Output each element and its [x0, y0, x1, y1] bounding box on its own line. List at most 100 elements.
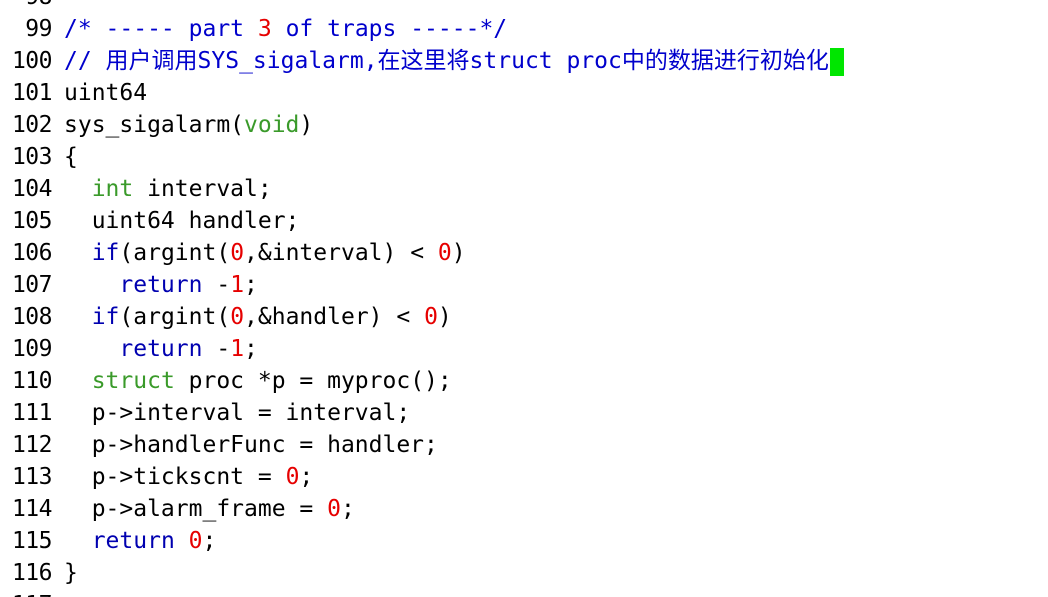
- code-token: -: [202, 272, 231, 298]
- line-number: 110: [11, 368, 53, 394]
- code-text: p->tickscnt = 0;: [64, 461, 314, 493]
- code-token: // 用户调用SYS_sigalarm,在这里将struct proc中的数据进…: [64, 48, 829, 74]
- line-number: 113: [11, 464, 53, 490]
- code-token: /* ----- part: [64, 16, 258, 42]
- code-token: ,&interval) <: [244, 240, 438, 266]
- text-cursor: [829, 47, 844, 76]
- code-text: // 用户调用SYS_sigalarm,在这里将struct proc中的数据进…: [64, 45, 844, 77]
- code-text: p->handlerFunc = handler;: [64, 429, 438, 461]
- code-text: p->interval = interval;: [64, 397, 411, 429]
- code-token: p->handlerFunc = handler;: [64, 432, 438, 458]
- code-text: return -1;: [64, 269, 258, 301]
- code-token: -: [202, 336, 231, 362]
- code-text: struct proc *p = myproc();: [64, 365, 452, 397]
- code-token: 0: [188, 528, 203, 554]
- code-token: 0: [230, 304, 245, 330]
- line-number: 105: [11, 208, 53, 234]
- line-number: 100: [11, 48, 53, 74]
- code-text: uint64 handler;: [64, 205, 300, 237]
- code-token: ,&handler) <: [244, 304, 425, 330]
- line-number: 116: [11, 560, 53, 586]
- code-text: if(argint(0,&interval) < 0): [64, 237, 466, 269]
- code-token: {: [64, 144, 78, 170]
- line-number: 117: [0, 589, 64, 597]
- code-text: p->alarm_frame = 0;: [64, 493, 355, 525]
- code-text: /* ----- part 3 of traps -----*/: [64, 13, 507, 45]
- code-token: p->interval = interval;: [64, 400, 411, 426]
- code-token: p->alarm_frame =: [64, 496, 328, 522]
- code-text: uint64: [64, 77, 147, 109]
- code-line[interactable]: 116}: [0, 557, 1048, 589]
- code-line[interactable]: 110 struct proc *p = myproc();: [0, 365, 1048, 397]
- code-token: 0: [424, 304, 438, 330]
- code-token: if: [91, 240, 120, 266]
- line-number: 114: [11, 496, 53, 522]
- code-token: ;: [244, 272, 258, 298]
- line-number: 115: [11, 528, 53, 554]
- code-token: ;: [299, 464, 314, 490]
- code-token: uint64 handler;: [64, 208, 300, 234]
- code-line[interactable]: 113 p->tickscnt = 0;: [0, 461, 1048, 493]
- code-token: 0: [230, 240, 245, 266]
- code-token: void: [244, 112, 300, 138]
- code-line[interactable]: 103 {: [0, 141, 1048, 173]
- code-token: 1: [230, 336, 245, 362]
- code-token: 0: [437, 240, 452, 266]
- code-line[interactable]: 101 uint64: [0, 77, 1048, 109]
- code-line[interactable]: 107 return -1;: [0, 269, 1048, 301]
- code-text: sys_sigalarm(void): [64, 109, 313, 141]
- code-line[interactable]: 117: [0, 589, 1048, 597]
- code-line[interactable]: 98: [0, 0, 1048, 13]
- code-line[interactable]: 112 p->handlerFunc = handler;: [0, 429, 1048, 461]
- code-line[interactable]: 111 p->interval = interval;: [0, 397, 1048, 429]
- code-line[interactable]: 109 return -1;: [0, 333, 1048, 365]
- code-line[interactable]: 104 int interval;: [0, 173, 1048, 205]
- code-token: proc *p = myproc();: [174, 368, 452, 394]
- code-token: struct: [91, 368, 175, 394]
- code-text: }: [64, 557, 78, 589]
- line-number: 103: [11, 144, 53, 170]
- line-number: 101: [11, 80, 53, 106]
- line-number: 109: [11, 336, 53, 362]
- code-line[interactable]: 99 /* ----- part 3 of traps -----*/: [0, 13, 1048, 45]
- code-token: uint64: [64, 80, 148, 106]
- code-token: return: [119, 336, 203, 362]
- code-line[interactable]: 114 p->alarm_frame = 0;: [0, 493, 1048, 525]
- code-text: return -1;: [64, 333, 258, 365]
- code-text: {: [64, 141, 78, 173]
- line-number: 107: [11, 272, 53, 298]
- code-line[interactable]: 105 uint64 handler;: [0, 205, 1048, 237]
- code-line[interactable]: 115 return 0;: [0, 525, 1048, 557]
- code-text: if(argint(0,&handler) < 0): [64, 301, 452, 333]
- line-number: 111: [11, 400, 53, 426]
- code-editor[interactable]: 9899/* ----- part 3 of traps -----*/100/…: [0, 0, 1048, 597]
- code-token: sys_sigalarm(: [64, 112, 245, 138]
- code-token: int: [91, 176, 134, 202]
- code-token: 0: [285, 464, 300, 490]
- code-token: ): [451, 240, 466, 266]
- code-token: p->tickscnt =: [64, 464, 286, 490]
- code-line[interactable]: 106 if(argint(0,&interval) < 0): [0, 237, 1048, 269]
- code-token: interval;: [133, 176, 272, 202]
- code-lines: 9899/* ----- part 3 of traps -----*/100/…: [0, 0, 1048, 597]
- code-token: ;: [202, 528, 217, 554]
- line-number: 108: [11, 304, 53, 330]
- line-number: 98: [0, 0, 64, 13]
- code-line[interactable]: 100 // 用户调用SYS_sigalarm,在这里将struct proc中的…: [0, 45, 1048, 77]
- code-token: (argint(: [119, 240, 231, 266]
- line-number: 106: [11, 240, 53, 266]
- code-line[interactable]: 102 sys_sigalarm(void): [0, 109, 1048, 141]
- code-token: 0: [327, 496, 341, 522]
- code-token: }: [64, 560, 78, 586]
- code-token: ): [437, 304, 452, 330]
- line-number: 102: [11, 112, 53, 138]
- code-token: return: [119, 272, 203, 298]
- code-line[interactable]: 108 if(argint(0,&handler) < 0): [0, 301, 1048, 333]
